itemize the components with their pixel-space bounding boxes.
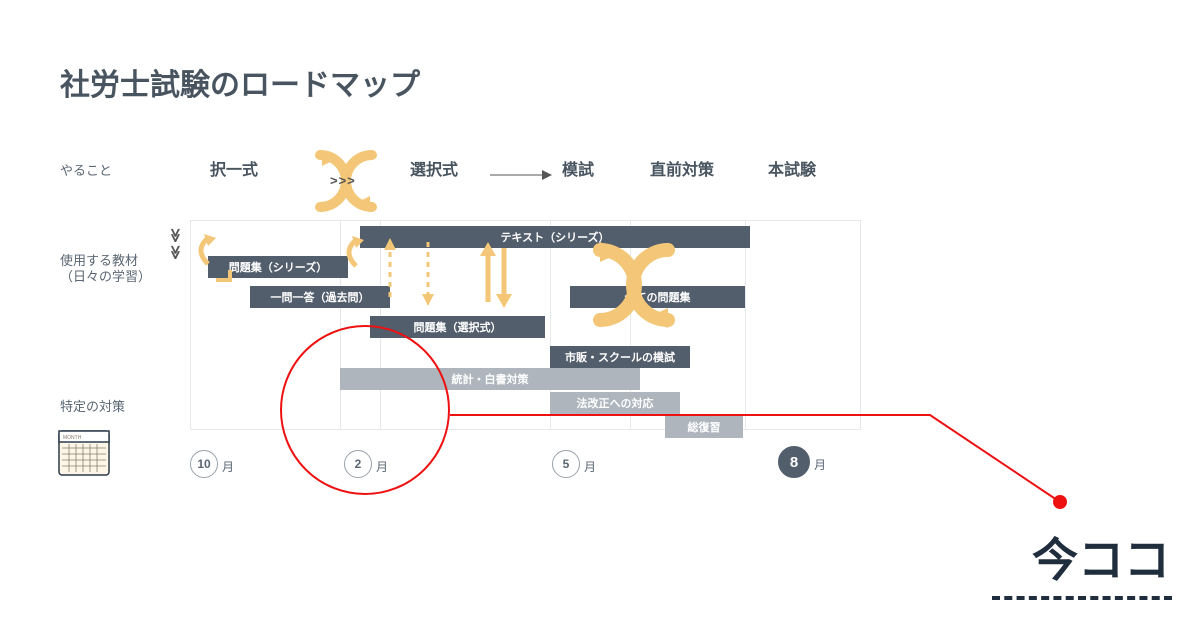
now-here-label: 今ココ — [1032, 524, 1170, 590]
bar-mondaishu-series: 問題集（シリーズ） — [208, 256, 348, 278]
bar-all-mondaishu: 全ての問題集 — [570, 286, 745, 308]
page-title: 社労士試験のロードマップ — [60, 60, 420, 104]
bar-ichimon: 一問一答（過去問） — [250, 286, 390, 308]
grid-line — [745, 220, 746, 430]
highlight-circle — [280, 325, 450, 495]
bar-shihan-moshi: 市販・スクールの模試 — [550, 346, 690, 368]
label-todo: やること — [60, 160, 112, 179]
month-8: 8 — [778, 446, 810, 478]
grid-line — [190, 220, 860, 221]
arrows-1: >>> — [330, 173, 356, 188]
now-here-underline — [992, 596, 1172, 600]
chevron-down-icon: ≫ — [167, 245, 184, 256]
phase-takuichi: 択一式 — [210, 156, 258, 180]
month-suffix: 月 — [584, 458, 596, 475]
month-suffix: 月 — [222, 458, 234, 475]
phase-sentaku: 選択式 — [410, 156, 458, 180]
svg-text:MONTH: MONTH — [63, 435, 82, 441]
grid-line — [190, 220, 191, 430]
phase-moshi: 模試 — [562, 156, 594, 180]
bar-text-series: テキスト（シリーズ） — [360, 226, 750, 248]
calendar-icon: MONTH — [58, 430, 110, 476]
grid-line — [860, 220, 861, 430]
phase-honshiken: 本試験 — [768, 156, 816, 180]
label-materials-2: （日々の学習） — [60, 266, 151, 285]
bar-moushuu: 総復習 — [665, 416, 743, 438]
chevron-down-icon: ≫ — [167, 228, 184, 239]
phase-chokuzen: 直前対策 — [650, 156, 714, 180]
bar-houkaisei: 法改正への対応 — [550, 392, 680, 414]
month-suffix: 月 — [814, 456, 826, 473]
month-10: 10 — [190, 450, 218, 478]
label-specific: 特定の対策 — [60, 396, 125, 415]
month-5: 5 — [552, 450, 580, 478]
